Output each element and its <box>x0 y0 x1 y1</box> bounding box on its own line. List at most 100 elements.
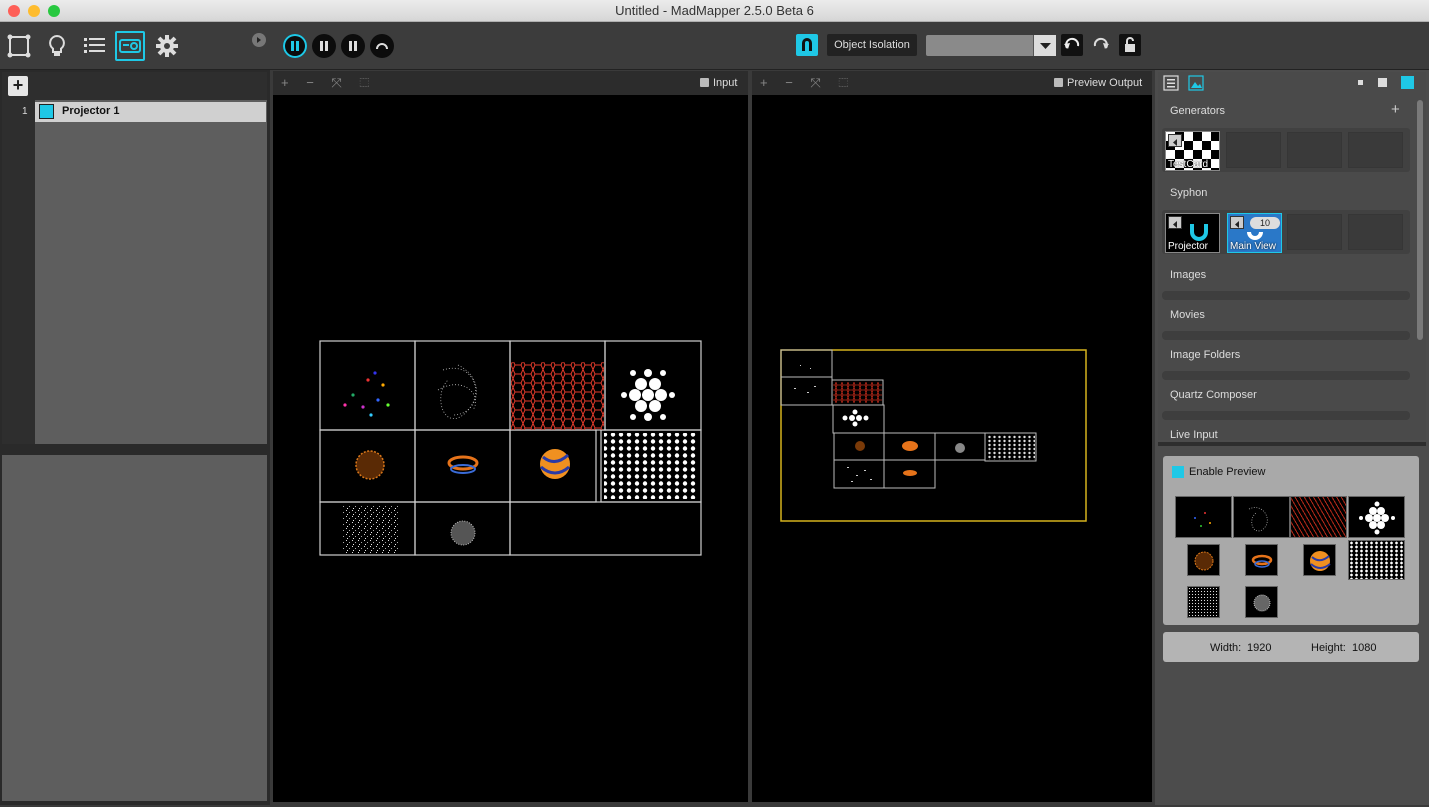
pause-media-button[interactable] <box>312 34 336 58</box>
library-scrollbar[interactable] <box>1417 100 1423 340</box>
object-isolation-button[interactable]: Object Isolation <box>827 34 917 56</box>
pause-output-button[interactable] <box>341 34 365 58</box>
image-folders-heading[interactable]: Image Folders <box>1170 349 1240 361</box>
settings-gear-icon[interactable] <box>152 31 182 61</box>
properties-panel <box>2 453 267 801</box>
play-arrow-icon[interactable] <box>1168 134 1182 147</box>
preview-thumb-orange-sphere[interactable] <box>1187 544 1220 576</box>
input-viewport[interactable] <box>273 95 748 802</box>
rings-content <box>447 455 479 474</box>
height-label: Height: <box>1311 642 1346 654</box>
testcard-label: TestCard <box>1168 159 1209 170</box>
input-viewport-bar: + − ⤧ ⬚ Input <box>273 71 748 95</box>
syphon-projector-thumbnail[interactable]: Projector <box>1165 213 1220 253</box>
quartz-composer-heading[interactable]: Quartz Composer <box>1170 389 1257 401</box>
lightbulb-icon[interactable] <box>42 31 72 61</box>
preview-thumb-dots[interactable] <box>1348 540 1405 580</box>
empty-slot <box>1348 214 1403 250</box>
sphere-content <box>450 520 476 546</box>
output-checkbox[interactable] <box>1054 78 1063 87</box>
projector-name: Projector 1 <box>62 105 120 117</box>
syphon-icon <box>1190 224 1208 241</box>
redo-icon[interactable] <box>1090 34 1112 56</box>
preview-output-label: Preview Output <box>1067 77 1143 89</box>
thumb-size-large-icon[interactable] <box>1401 76 1414 89</box>
empty-slot <box>1287 214 1342 250</box>
enable-preview-label: Enable Preview <box>1189 466 1266 478</box>
enable-preview-checkbox[interactable] <box>1172 466 1184 478</box>
syphon-mainview-label: Main View <box>1230 241 1276 252</box>
media-cell-wireframe <box>414 340 511 431</box>
media-view-icon[interactable] <box>1188 75 1204 91</box>
syphon-heading[interactable]: Syphon <box>1170 187 1207 199</box>
input-label: Input <box>713 77 738 89</box>
image-folders-row <box>1162 371 1410 380</box>
width-value[interactable]: 1920 <box>1247 642 1271 654</box>
add-projector-button[interactable]: + <box>8 76 28 96</box>
preview-thumb-ball[interactable] <box>1303 544 1336 576</box>
live-input-heading[interactable]: Live Input <box>1170 429 1218 441</box>
wireframe-content <box>437 364 477 419</box>
pause-input-button[interactable] <box>283 34 307 58</box>
quartz-composer-row <box>1162 411 1410 420</box>
chevron-down-icon[interactable] <box>1033 35 1056 56</box>
input-checkbox[interactable] <box>700 78 709 87</box>
title-bar: Untitled - MadMapper 2.5.0 Beta 6 <box>0 0 1429 22</box>
projector-index: 1 <box>22 106 28 117</box>
output-hexcircles <box>842 409 869 427</box>
thumb-size-small-icon[interactable] <box>1358 80 1363 85</box>
output-viewport[interactable] <box>752 95 1152 802</box>
panel-divider[interactable] <box>1158 442 1426 446</box>
output-frame <box>780 349 1087 522</box>
collapse-panel-button[interactable] <box>252 33 266 47</box>
media-cell-particles <box>319 340 416 431</box>
magnet-snap-icon[interactable] <box>796 34 818 56</box>
preview-thumb-wireframe[interactable] <box>1233 496 1290 538</box>
preview-thumb-rings[interactable] <box>1245 544 1278 576</box>
projector-output-icon[interactable] <box>115 31 145 61</box>
output-sphere <box>955 443 965 453</box>
viewport-zoom-tools[interactable]: + − ⤧ ⬚ <box>281 75 376 91</box>
lock-icon[interactable] <box>1119 34 1141 56</box>
undo-icon[interactable] <box>1061 34 1083 56</box>
main-toolbar: Object Isolation <box>0 22 1429 70</box>
media-cell-empty <box>509 501 702 556</box>
play-arrow-icon[interactable] <box>1168 216 1182 229</box>
projector-list-column <box>35 100 267 444</box>
empty-slot <box>1348 132 1403 168</box>
testcard-thumbnail[interactable]: TestCard <box>1165 131 1220 171</box>
preview-thumb-sphere[interactable] <box>1245 586 1278 618</box>
movies-heading[interactable]: Movies <box>1170 309 1205 321</box>
hexcircles-content <box>621 369 675 421</box>
images-row <box>1162 291 1410 300</box>
thumb-size-medium-icon[interactable] <box>1378 78 1387 87</box>
width-label: Width: <box>1210 642 1242 654</box>
surface-mode-icon[interactable] <box>4 31 34 61</box>
input-canvas <box>319 340 702 556</box>
list-icon[interactable] <box>79 31 109 61</box>
rewind-icon[interactable] <box>370 34 394 58</box>
preview-thumb-particles[interactable] <box>1175 496 1232 538</box>
window-title: Untitled - MadMapper 2.5.0 Beta 6 <box>615 3 814 18</box>
preview-thumb-hexgrid[interactable] <box>1290 496 1347 538</box>
output-orange-sphere <box>855 441 865 451</box>
generators-heading[interactable]: Generators <box>1170 105 1225 117</box>
output-canvas <box>780 349 1087 522</box>
ball-content <box>540 449 570 479</box>
empty-slot <box>1287 132 1342 168</box>
add-generator-button[interactable]: + <box>1391 101 1400 118</box>
height-value[interactable]: 1080 <box>1352 642 1376 654</box>
output-ball <box>902 441 918 451</box>
resolution-panel <box>1163 632 1419 662</box>
movies-row <box>1162 331 1410 340</box>
list-view-icon[interactable] <box>1163 75 1179 91</box>
output-rings <box>903 470 917 476</box>
orange-sphere-content <box>355 450 385 480</box>
preview-thumb-noise[interactable] <box>1187 586 1220 618</box>
images-heading[interactable]: Images <box>1170 269 1206 281</box>
projector-color-swatch[interactable] <box>39 104 54 119</box>
output-zoom-tools[interactable]: + − ⤧ ⬚ <box>760 75 855 91</box>
preview-thumb-hexcircles[interactable] <box>1348 496 1405 538</box>
isolation-select[interactable] <box>926 35 1056 56</box>
syphon-mainview-thumbnail[interactable]: 10 Main View <box>1227 213 1282 253</box>
